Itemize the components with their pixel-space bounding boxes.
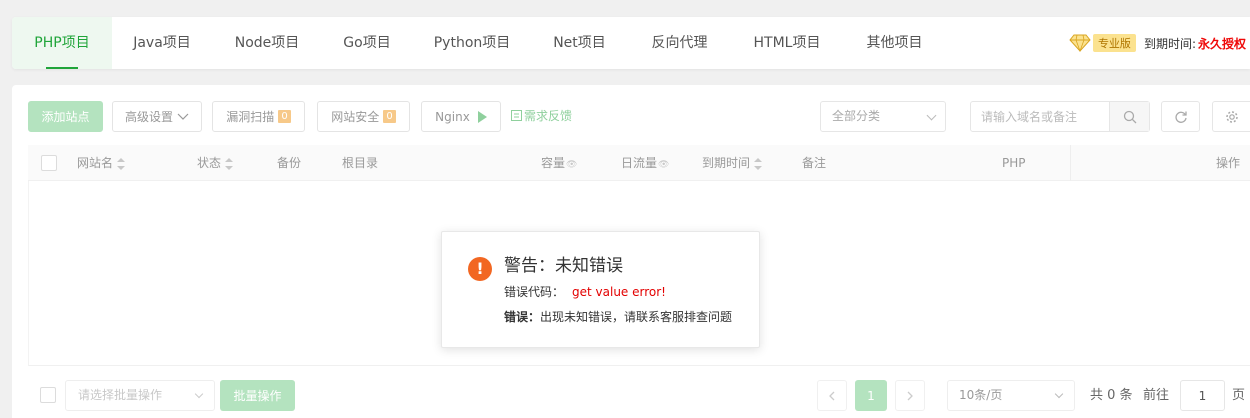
col-daily-traffic-label: 日流量 (621, 156, 658, 170)
tab-java[interactable]: Java项目 (122, 17, 202, 69)
chevron-right-icon (907, 391, 913, 400)
advanced-settings-label: 高级设置 (124, 110, 173, 124)
chevron-down-icon (1054, 389, 1064, 399)
col-status[interactable]: 状态 (197, 145, 234, 181)
eye-icon: 👁 (658, 160, 670, 170)
tab-other[interactable]: 其他项目 (852, 17, 937, 69)
chevron-down-icon (177, 113, 189, 120)
feedback-link[interactable]: 需求反馈 (511, 101, 572, 132)
chevron-down-icon (926, 110, 937, 121)
select-all-checkbox[interactable] (41, 155, 57, 171)
search-box (970, 101, 1150, 132)
col-expire[interactable]: 到期时间 (702, 145, 763, 181)
tab-node[interactable]: Node项目 (222, 17, 312, 69)
table-header: 网站名 状态 备份 根目录 容量👁 日流量👁 到期时间 备注 PHP 操作 (28, 145, 1250, 181)
prev-page-button[interactable] (817, 380, 847, 411)
col-capacity-label: 容量 (541, 156, 566, 170)
error-code-line: 错误代码： get value error! (504, 283, 666, 300)
error-message-label: 错误： (504, 310, 541, 324)
error-code-label: 错误代码： (504, 285, 565, 299)
eye-icon: 👁 (566, 160, 578, 170)
batch-operation-placeholder: 请选择批量操作 (78, 388, 163, 402)
pro-badge: 专业版 (1092, 34, 1136, 52)
warning-icon: ! (468, 257, 492, 281)
col-site-name-label: 网站名 (77, 156, 114, 170)
column-divider (1070, 145, 1071, 181)
play-icon (477, 110, 487, 123)
site-security-button[interactable]: 网站安全 0 (317, 101, 410, 132)
expire-label: 到期时间: (1143, 36, 1196, 51)
feedback-icon (511, 110, 522, 121)
error-message-value: 出现未知错误，请联系客服排查问题 (540, 310, 733, 324)
vuln-scan-button[interactable]: 漏洞扫描 0 (212, 101, 305, 132)
col-daily-traffic[interactable]: 日流量👁 (621, 145, 669, 181)
refresh-button[interactable] (1161, 101, 1200, 132)
col-root-dir: 根目录 (342, 156, 379, 170)
error-dialog: ! 警告：未知错误 错误代码： get value error! 错误：出现未知错… (441, 231, 760, 348)
nginx-button[interactable]: Nginx (421, 101, 501, 132)
total-count: 共 0 条 (1090, 388, 1133, 403)
sort-icon (225, 157, 234, 170)
col-backup: 备份 (277, 156, 302, 170)
category-select[interactable]: 全部分类 (820, 101, 946, 132)
search-button[interactable] (1109, 102, 1149, 131)
tab-go[interactable]: Go项目 (332, 17, 402, 69)
tab-reverse-proxy[interactable]: 反向代理 (637, 17, 722, 69)
vuln-count-badge: 0 (278, 110, 291, 123)
error-message-line: 错误：出现未知错误，请联系客服排查问题 (504, 308, 732, 325)
chevron-down-icon (194, 389, 204, 399)
vuln-scan-label: 漏洞扫描 (226, 110, 275, 124)
next-page-button[interactable] (895, 380, 925, 411)
diamond-icon (1069, 34, 1091, 52)
advanced-settings-button[interactable]: 高级设置 (112, 101, 202, 132)
refresh-icon (1174, 111, 1187, 123)
page-suffix: 页 (1232, 388, 1246, 403)
add-site-button[interactable]: 添加站点 (28, 101, 103, 132)
tab-python[interactable]: Python项目 (422, 17, 522, 69)
search-icon (1123, 110, 1136, 123)
sort-icon (117, 157, 126, 170)
batch-operation-button[interactable]: 批量操作 (220, 380, 295, 411)
col-remark: 备注 (802, 156, 827, 170)
error-code-value: get value error! (572, 285, 666, 299)
batch-operation-select[interactable]: 请选择批量操作 (65, 380, 215, 411)
search-input[interactable] (971, 102, 1109, 131)
col-php: PHP (1002, 156, 1026, 170)
chevron-left-icon (829, 391, 835, 400)
project-tabbar: PHP项目 Java项目 Node项目 Go项目 Python项目 Net项目 … (12, 17, 1250, 69)
site-security-label: 网站安全 (331, 110, 380, 124)
col-capacity[interactable]: 容量👁 (541, 145, 577, 181)
security-count-badge: 0 (383, 110, 396, 123)
tab-html[interactable]: HTML项目 (742, 17, 832, 69)
tab-php[interactable]: PHP项目 (12, 17, 112, 69)
page-size-select[interactable]: 10条/页 (947, 380, 1075, 411)
gear-icon (1225, 110, 1238, 123)
col-actions: 操作 (1216, 156, 1241, 170)
expire-value[interactable]: 永久授权 (1198, 35, 1246, 52)
sort-icon (754, 157, 763, 170)
feedback-label: 需求反馈 (524, 109, 573, 123)
license-info: 专业版 到期时间: 永久授权 (1069, 17, 1246, 69)
goto-page-input[interactable] (1180, 380, 1225, 411)
current-page[interactable]: 1 (855, 380, 887, 411)
footer-select-all-checkbox[interactable] (40, 387, 56, 403)
goto-label: 前往 (1143, 388, 1170, 403)
col-site-name[interactable]: 网站名 (77, 145, 126, 181)
col-expire-label: 到期时间 (702, 156, 751, 170)
col-status-label: 状态 (197, 156, 222, 170)
tab-net[interactable]: Net项目 (542, 17, 617, 69)
category-value: 全部分类 (832, 109, 881, 123)
settings-button[interactable] (1212, 101, 1250, 132)
nginx-label: Nginx (435, 109, 470, 124)
dialog-title: 警告：未知错误 (504, 256, 623, 276)
page-size-value: 10条/页 (959, 388, 1003, 402)
